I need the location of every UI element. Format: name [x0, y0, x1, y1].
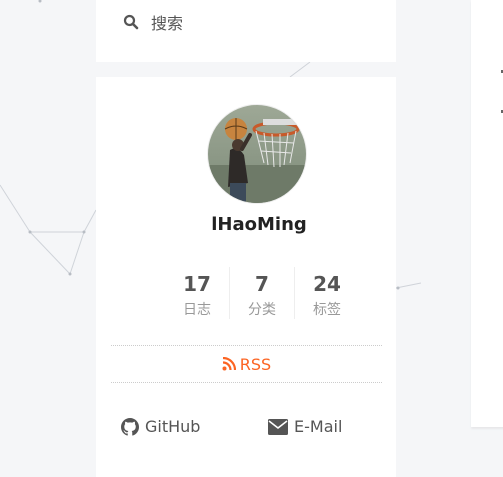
basketball-avatar-image	[208, 105, 306, 203]
search-button[interactable]: 搜索	[123, 10, 183, 34]
rss-label: RSS	[239, 354, 272, 374]
stat-categories[interactable]: 7 分类	[229, 267, 294, 319]
content-gutter	[421, 0, 471, 471]
email-link[interactable]: E-Mail	[268, 417, 342, 436]
search-panel: 搜索	[96, 0, 396, 62]
search-label: 搜索	[151, 14, 184, 33]
github-link[interactable]: GitHub	[121, 417, 200, 436]
rss-icon	[222, 357, 236, 371]
github-icon	[121, 417, 139, 436]
site-stats: 17 日志 7 分类 24 标签	[165, 267, 359, 319]
author-profile-card: lHaoMing 17 日志 7 分类 24 标签 RSS GitHub E-M…	[96, 77, 396, 477]
stat-tags[interactable]: 24 标签	[294, 267, 359, 319]
author-name: lHaoMing	[211, 214, 307, 235]
search-icon	[123, 14, 139, 30]
stat-categories-label: 分类	[248, 302, 276, 318]
email-label: E-Mail	[294, 417, 343, 436]
github-label: GitHub	[145, 417, 201, 436]
social-links: GitHub E-Mail	[121, 417, 381, 447]
stat-posts-count: 17	[183, 272, 211, 296]
main-content-card	[471, 0, 503, 427]
rss-link[interactable]: RSS	[111, 345, 382, 383]
stat-posts[interactable]: 17 日志	[165, 267, 229, 319]
envelope-icon	[268, 418, 288, 435]
stat-tags-count: 24	[313, 272, 341, 296]
stat-tags-label: 标签	[313, 302, 341, 318]
author-avatar[interactable]	[207, 104, 307, 204]
stat-categories-count: 7	[255, 272, 269, 296]
stat-posts-label: 日志	[183, 302, 211, 318]
